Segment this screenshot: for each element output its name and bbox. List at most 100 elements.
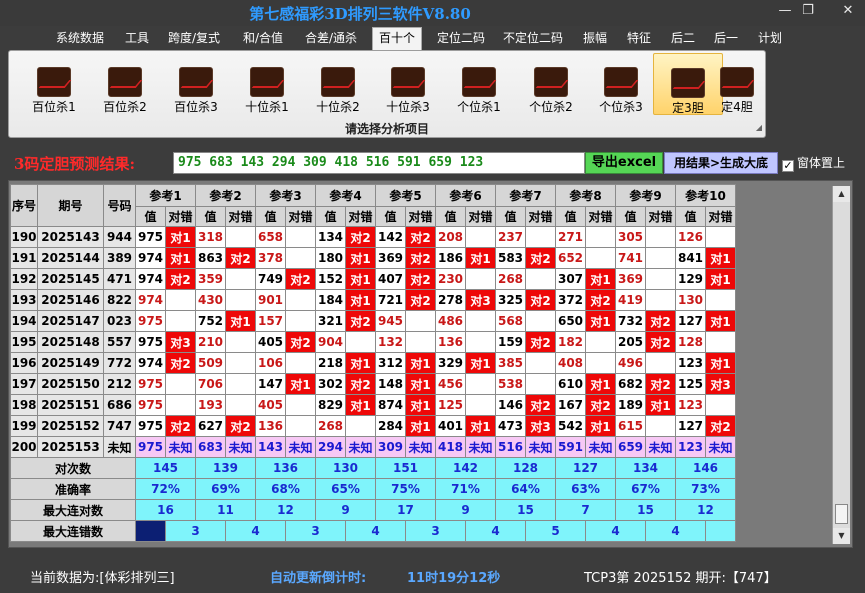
stats-value: 11 (195, 499, 256, 521)
table-row[interactable]: 190 2025143 944 975 对1 318 658 134 对2 142 对2 208 237… (10, 226, 736, 248)
row-issue: 2025145 (37, 268, 104, 290)
table-row[interactable]: 195 2025148 557 975 对3 210 405 对2 904 132 136 159 对2… (10, 331, 736, 353)
table-row-current[interactable]: 200 2025153 未知 975 未知 683 未知 143 未知 294 未知 309 未知 418… (10, 436, 736, 458)
cell-value: 157 (255, 310, 286, 332)
ribbon-button-1[interactable]: 百位杀2 (90, 53, 160, 115)
header-ref-9: 参考9 (615, 184, 676, 207)
cell-check: 对1 (465, 352, 496, 374)
ribbon-button-7[interactable]: 个位杀2 (516, 53, 586, 115)
table-row[interactable]: 193 2025146 822 974 430 901 184 对1 721 对2 278 对3 325… (10, 289, 736, 311)
menu-item-4[interactable]: 合差/通杀 (300, 29, 362, 49)
table-row[interactable]: 194 2025147 023 975 752 对1 157 321 对2 945 486 568 65… (10, 310, 736, 332)
stats-value: 142 (435, 457, 496, 479)
close-icon[interactable]: ✕ (838, 3, 858, 18)
scroll-thumb[interactable] (835, 504, 848, 524)
window-ontop-checkbox[interactable]: ✓ 窗体置上 (782, 154, 845, 172)
stats-value: 12 (675, 499, 736, 521)
cell-check: 对1 (645, 394, 676, 416)
ribbon-button-5[interactable]: 十位杀3 (373, 53, 443, 115)
cell-value: 496 (615, 352, 646, 374)
cell-check (285, 289, 316, 311)
scroll-up-icon[interactable]: ▲ (833, 186, 850, 202)
export-excel-button[interactable]: 导出excel (585, 152, 663, 174)
cell-value: 305 (615, 226, 646, 248)
row-issue: 2025144 (37, 247, 104, 269)
vertical-scrollbar[interactable]: ▲ ▼ (832, 186, 850, 544)
cell-value: 318 (195, 226, 226, 248)
restore-icon[interactable]: ❐ (798, 3, 818, 18)
row-issue: 2025146 (37, 289, 104, 311)
table-row[interactable]: 198 2025151 686 975 193 405 829 对1 874 对1 125 146 对2… (10, 394, 736, 416)
cell-check: 对2 (525, 247, 556, 269)
cell-check: 对2 (165, 268, 196, 290)
menu-item-9[interactable]: 特征 (621, 29, 657, 49)
cell-value: 419 (615, 289, 646, 311)
stats-value: 5 (525, 520, 586, 542)
cell-check: 对2 (705, 415, 736, 437)
stats-label: 最大连错数 (10, 520, 136, 542)
stats-value: 3 (405, 520, 466, 542)
cell-value: 125 (435, 394, 466, 416)
stats-value: 71% (435, 478, 496, 500)
cell-value: 975 (135, 415, 166, 437)
chart-icon (534, 67, 568, 97)
minimize-icon[interactable]: — (775, 3, 795, 18)
result-field[interactable]: 975 683 143 294 309 418 516 591 659 123 (173, 152, 585, 174)
menu-item-6[interactable]: 定位二码 (429, 29, 493, 49)
scroll-down-icon[interactable]: ▼ (833, 528, 850, 544)
menu-item-5[interactable]: 百十个 (372, 27, 422, 50)
row-code: 471 (103, 268, 136, 290)
table-row[interactable]: 196 2025149 772 974 对2 509 106 218 对1 312 对1 329 对1 3… (10, 352, 736, 374)
menu-item-0[interactable]: 系统数据 (52, 29, 108, 49)
stats-value: 3 (165, 520, 226, 542)
stats-value: 4 (585, 520, 646, 542)
menu-item-3[interactable]: 和/合值 (238, 29, 288, 49)
cell-value: 473 (495, 415, 526, 437)
menu-item-10[interactable]: 后二 (666, 29, 700, 49)
ribbon-button-label: 个位杀2 (529, 100, 573, 114)
ribbon-button-8[interactable]: 个位杀3 (586, 53, 656, 115)
cell-check (465, 226, 496, 248)
ribbon-button-label: 十位杀2 (316, 100, 360, 114)
table-row[interactable]: 191 2025144 389 974 对1 863 对2 378 180 对1 369 对2 186 对… (10, 247, 736, 269)
cell-check (225, 226, 256, 248)
table-row[interactable]: 197 2025150 212 975 706 147 对1 302 对2 148 对1 456 538… (10, 373, 736, 395)
ribbon-caption: 请选择分析项目 (344, 122, 429, 136)
cell-value: 136 (435, 331, 466, 353)
cell-value: 683 (195, 436, 226, 458)
ribbon-button-10[interactable]: 定4胆 (712, 53, 762, 115)
cell-check (165, 394, 196, 416)
ribbon-button-3[interactable]: 十位杀1 (232, 53, 302, 115)
cell-value: 516 (495, 436, 526, 458)
menu-item-12[interactable]: 计划 (755, 29, 785, 49)
stats-row: 准确率 72% 69% 68% 65% 75% 71% 64% 63% 67% 73% (10, 478, 736, 500)
cell-check: 对2 (285, 268, 316, 290)
cell-value: 143 (255, 436, 286, 458)
generate-base-button[interactable]: 用结果>生成大底 (664, 152, 778, 174)
window-title: 第七感福彩3D排列三软件V8.80 (249, 5, 471, 23)
menu-item-8[interactable]: 振幅 (577, 29, 613, 49)
ribbon-button-4[interactable]: 十位杀2 (303, 53, 373, 115)
table-row[interactable]: 192 2025145 471 974 对2 359 749 对2 152 对1 407 对2 230 2… (10, 268, 736, 290)
header-check: 对错 (465, 206, 496, 227)
menu-item-7[interactable]: 不定位二码 (498, 29, 568, 49)
status-bar: 当前数据为:[体彩排列三] 自动更新倒计时: 11时19分12秒 TCP3第 2… (0, 562, 865, 590)
chart-icon (108, 67, 142, 97)
cell-value: 284 (375, 415, 406, 437)
chart-icon (250, 67, 284, 97)
cell-check: 对3 (465, 289, 496, 311)
menu-item-1[interactable]: 工具 (120, 29, 154, 49)
ribbon-button-2[interactable]: 百位杀3 (161, 53, 231, 115)
ribbon-button-0[interactable]: 百位杀1 (19, 53, 89, 115)
menu-item-11[interactable]: 后一 (709, 29, 743, 49)
checkmark-icon: ✓ (782, 159, 794, 172)
ribbon-button-6[interactable]: 个位杀1 (444, 53, 514, 115)
cell-check (225, 373, 256, 395)
stats-row: 最大连对数 16 11 12 9 17 9 15 7 15 12 (10, 499, 736, 521)
last-draw-text: TCP3第 2025152 期开:【747】 (584, 571, 777, 586)
cell-check (225, 268, 256, 290)
table-row[interactable]: 199 2025152 747 975 对2 627 对2 136 268 284 对1 401 对1 4… (10, 415, 736, 437)
ribbon-expand-icon[interactable]: ◢ (756, 123, 762, 132)
menu-item-2[interactable]: 跨度/复式 (163, 29, 225, 49)
header-ref-1: 参考1 (135, 184, 196, 207)
